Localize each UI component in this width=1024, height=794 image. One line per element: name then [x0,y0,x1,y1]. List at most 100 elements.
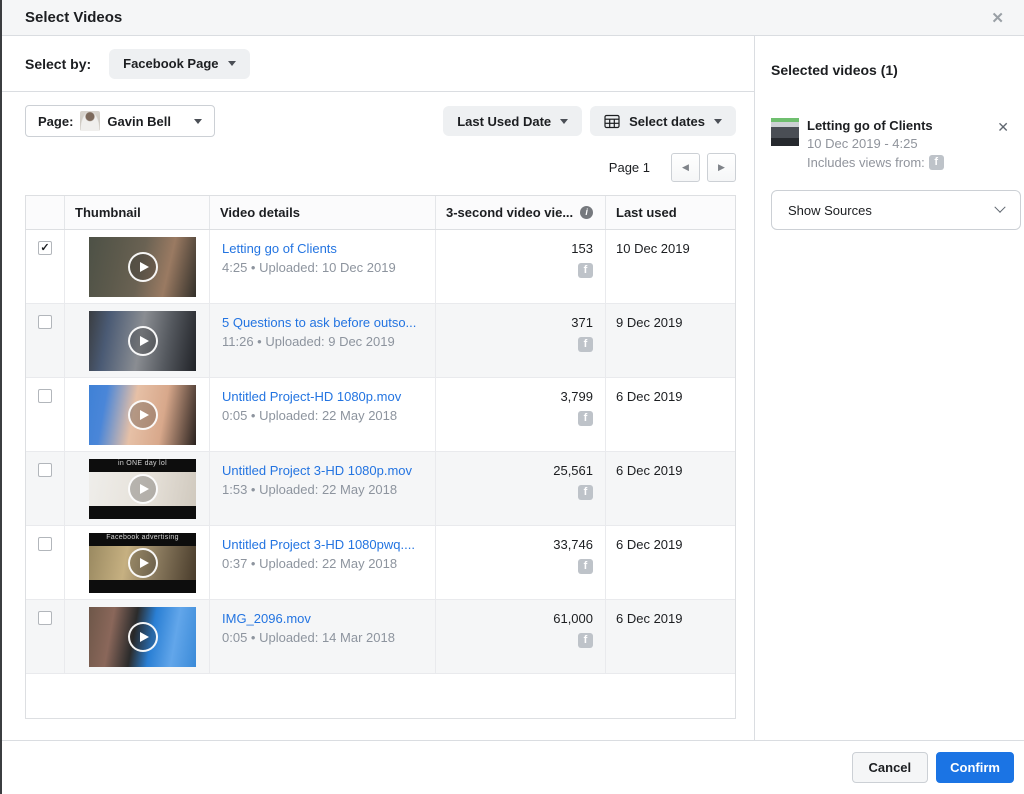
includes-views-label: Includes views from: [807,155,925,170]
video-meta: 1:53 • Uploaded: 22 May 2018 [222,482,423,497]
previous-page-button[interactable]: ◀ [671,153,700,182]
video-meta: 0:05 • Uploaded: 22 May 2018 [222,408,423,423]
thumbnail-caption: in ONE day lol [89,460,196,467]
selected-videos-heading: Selected videos (1) [771,62,1021,78]
facebook-icon: f [578,633,593,648]
play-icon [128,474,158,504]
dates-value: Select dates [629,114,705,129]
selected-videos-panel: Selected videos (1) Letting go of Client… [755,36,1024,740]
facebook-icon: f [578,559,593,574]
views-count: 61,000 [436,611,593,626]
show-sources-label: Show Sources [788,203,872,218]
play-icon [128,400,158,430]
views-count: 3,799 [436,389,593,404]
select-dates-dropdown[interactable]: Select dates [590,106,736,136]
video-meta: 0:05 • Uploaded: 14 Mar 2018 [222,630,423,645]
remove-selected-icon[interactable]: ✕ [997,119,1009,136]
video-title-link[interactable]: 5 Questions to ask before outso... [222,315,423,330]
header-last-used: Last used [605,196,735,229]
row-checkbox[interactable] [38,611,52,625]
video-thumbnail[interactable] [89,607,196,667]
video-title-link[interactable]: IMG_2096.mov [222,611,423,626]
cancel-button[interactable]: Cancel [852,752,929,783]
video-thumbnail[interactable] [89,237,196,297]
video-title-link[interactable]: Untitled Project-HD 1080p.mov [222,389,423,404]
video-title-link[interactable]: Letting go of Clients [222,241,423,256]
table-row[interactable]: Facebook advertising Untitled Project 3-… [26,526,735,600]
select-videos-dialog: Select Videos ✕ Select by: Facebook Page… [0,0,1024,794]
videos-table: Thumbnail Video details 3-second video v… [25,195,736,719]
calendar-icon [604,114,620,129]
info-icon[interactable]: i [580,206,593,219]
video-meta: 4:25 • Uploaded: 10 Dec 2019 [222,260,423,275]
facebook-icon: f [578,263,593,278]
table-row[interactable]: Untitled Project-HD 1080p.mov 0:05 • Upl… [26,378,735,452]
video-thumbnail[interactable]: Facebook advertising [89,533,196,593]
video-title-link[interactable]: Untitled Project 3-HD 1080pwq.... [222,537,423,552]
filters-row: Page: Gavin Bell Last Used Date [0,92,754,137]
video-title-link[interactable]: Untitled Project 3-HD 1080p.mov [222,463,423,478]
page-dropdown[interactable]: Page: Gavin Bell [25,105,215,137]
video-thumbnail[interactable]: in ONE day lol [89,459,196,519]
caret-down-icon [228,61,236,66]
sort-dropdown[interactable]: Last Used Date [443,106,582,136]
table-header: Thumbnail Video details 3-second video v… [26,196,735,230]
video-thumbnail[interactable] [89,311,196,371]
show-sources-dropdown[interactable]: Show Sources [771,190,1021,230]
screen-left-edge [0,0,2,794]
page-value: Gavin Bell [107,114,171,129]
selected-video-meta: 10 Dec 2019 - 4:25 [807,136,944,151]
selected-video-title: Letting go of Clients [807,118,944,133]
table-row[interactable]: 5 Questions to ask before outso... 11:26… [26,304,735,378]
header-checkbox-column [26,196,64,229]
next-arrow-icon: ▶ [718,162,725,173]
select-by-value: Facebook Page [123,56,218,71]
play-icon [128,326,158,356]
row-checkbox[interactable]: ✓ [38,241,52,255]
caret-down-icon [714,119,722,124]
row-checkbox[interactable] [38,315,52,329]
table-row[interactable]: in ONE day lol Untitled Project 3-HD 108… [26,452,735,526]
main-panel: Select by: Facebook Page Page: Gavin Bel… [0,36,755,740]
page-indicator: Page 1 [609,160,650,175]
caret-down-icon [560,119,568,124]
select-by-row: Select by: Facebook Page [0,36,754,92]
views-count: 153 [436,241,593,256]
last-used-date: 6 Dec 2019 [605,378,735,451]
table-row[interactable]: ✓ Letting go of Clients 4:25 • Uploaded:… [26,230,735,304]
table-row[interactable]: IMG_2096.mov 0:05 • Uploaded: 14 Mar 201… [26,600,735,674]
select-by-dropdown[interactable]: Facebook Page [109,49,249,79]
video-thumbnail[interactable] [89,385,196,445]
facebook-icon: f [929,155,944,170]
page-label: Page: [38,114,73,129]
row-checkbox[interactable] [38,537,52,551]
facebook-icon: f [578,485,593,500]
video-meta: 11:26 • Uploaded: 9 Dec 2019 [222,334,423,349]
row-checkbox[interactable] [38,389,52,403]
views-count: 33,746 [436,537,593,552]
sort-value: Last Used Date [457,114,551,129]
last-used-date: 9 Dec 2019 [605,304,735,377]
last-used-date: 6 Dec 2019 [605,452,735,525]
select-by-label: Select by: [25,56,91,72]
dialog-footer: Cancel Confirm [0,740,1024,794]
views-count: 25,561 [436,463,593,478]
header-views: 3-second video vie... i [435,196,605,229]
dialog-title: Select Videos [25,9,122,26]
caret-down-icon [194,119,202,124]
page-avatar [80,111,100,131]
close-icon[interactable]: ✕ [991,9,1004,27]
header-video-details: Video details [209,196,435,229]
last-used-date: 10 Dec 2019 [605,230,735,303]
next-page-button[interactable]: ▶ [707,153,736,182]
table-empty-space [26,674,735,718]
facebook-icon: f [578,337,593,352]
selected-video-item: Letting go of Clients 10 Dec 2019 - 4:25… [771,118,1021,170]
prev-arrow-icon: ◀ [682,162,689,173]
confirm-button[interactable]: Confirm [936,752,1014,783]
selected-video-thumbnail [771,118,799,146]
last-used-date: 6 Dec 2019 [605,526,735,599]
play-icon [128,252,158,282]
row-checkbox[interactable] [38,463,52,477]
play-icon [128,622,158,652]
